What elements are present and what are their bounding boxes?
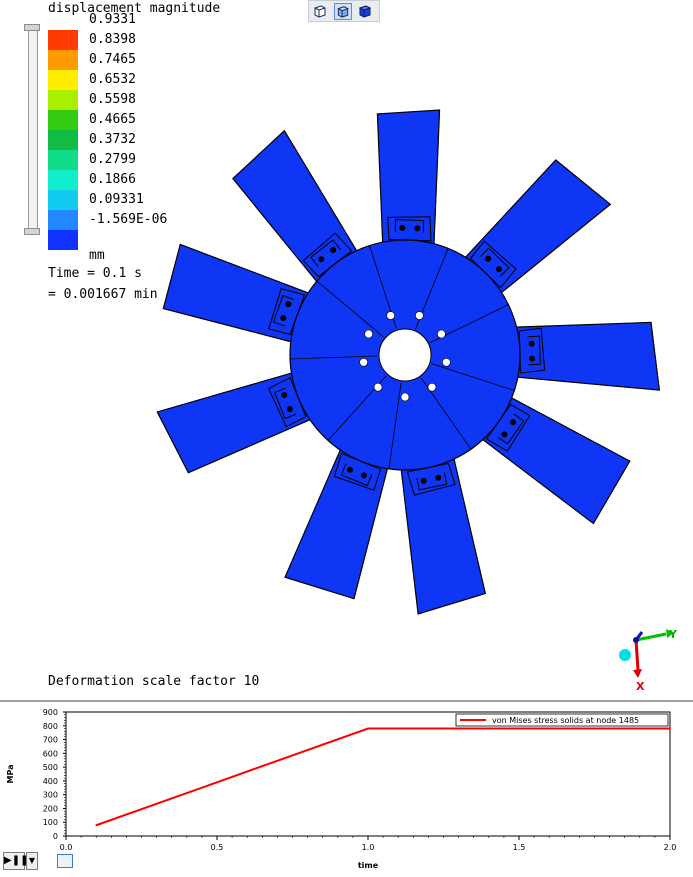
stress-history-chart[interactable]: 0 100 200 300 400 500 600 700 800 900 0.0 0.5 1.0 1.5…: [0, 702, 693, 877]
x-tick-label: 0.0: [60, 843, 73, 852]
plot-options-button[interactable]: [57, 854, 73, 868]
y-tick-label: 300: [43, 791, 58, 800]
y-tick-label: 700: [43, 736, 58, 745]
y-tick-label: 800: [43, 722, 58, 731]
x-tick-label: 0.5: [211, 843, 224, 852]
rotation-center-icon: [619, 649, 631, 661]
history-plot-panel: 0 100 200 300 400 500 600 700 800 900 0.0 0.5 1.0 1.5…: [0, 700, 693, 875]
legend-value-label: 0.09331: [89, 192, 144, 207]
x-axis-arrow: [634, 639, 640, 671]
series-point: [669, 727, 671, 730]
chevron-down-icon[interactable]: ▼: [26, 852, 38, 870]
rotor-model: [156, 109, 661, 615]
y-tick-label: 900: [43, 708, 58, 717]
x-tick-label: 2.0: [664, 843, 677, 852]
deformation-scale-note: Deformation scale factor 10: [48, 674, 260, 689]
y-tick-label: 500: [43, 763, 58, 772]
play-pause-button[interactable]: ▶❚❚: [3, 852, 28, 870]
rotor-bore: [378, 328, 432, 382]
legend-value-label: 0.4665: [89, 112, 136, 127]
y-axis-label: Y: [668, 628, 678, 641]
y-tick-label: 400: [43, 777, 58, 786]
axis-triad: Y X: [619, 628, 678, 692]
series-point: [95, 824, 97, 827]
y-tick-label: 600: [43, 749, 58, 758]
y-tick-label: 200: [43, 804, 58, 813]
legend-value-label: 0.5598: [89, 92, 136, 107]
legend-value-label: 0.1866: [89, 172, 136, 187]
legend-value-label: 0.7465: [89, 52, 136, 67]
x-tick-label: 1.5: [513, 843, 526, 852]
y-tick-label: 0: [53, 832, 58, 841]
y-axis-title: MPa: [6, 764, 15, 783]
x-tick-label: 1.0: [362, 843, 375, 852]
legend-series-name: von Mises stress solids at node 1485: [492, 716, 639, 725]
x-axis-label: X: [636, 680, 645, 692]
plot-area: [65, 711, 671, 837]
x-axis-title: time: [358, 861, 379, 870]
y-tick-label: 100: [43, 818, 58, 827]
legend-value-label: 0.8398: [89, 32, 136, 47]
legend-value-label: 0.9331: [89, 12, 136, 27]
legend-value-label: 0.3732: [89, 132, 136, 147]
legend-value-label: 0.6532: [89, 72, 136, 87]
rotor-blade: [498, 321, 661, 391]
series-point: [367, 727, 369, 730]
rotor-blade: [376, 109, 441, 262]
legend-value-label: -1.569E-06: [89, 212, 168, 227]
legend-value-label: 0.2799: [89, 152, 136, 167]
series-point: [216, 781, 218, 784]
